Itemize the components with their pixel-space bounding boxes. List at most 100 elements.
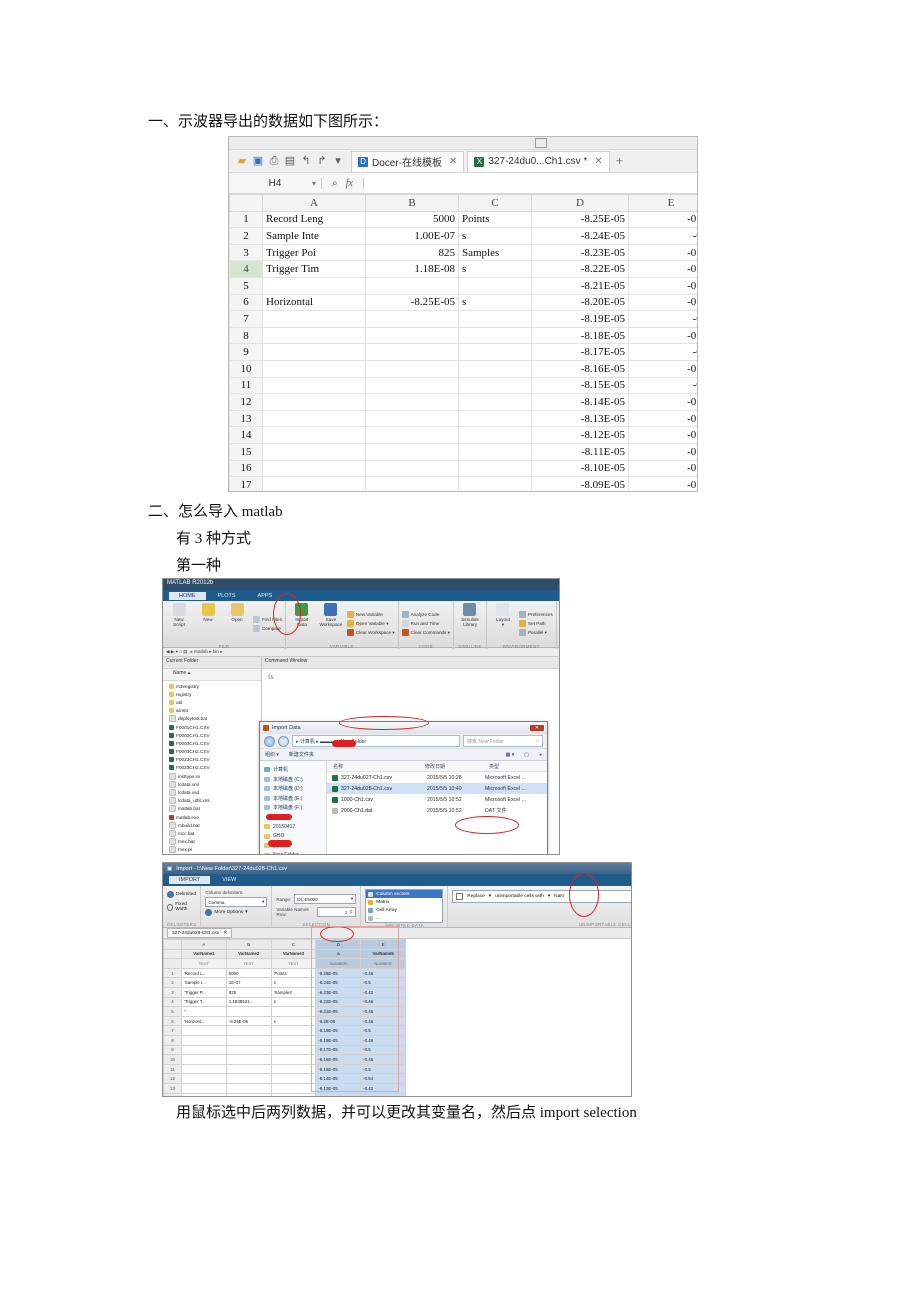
cell-d[interactable]: -8.18E-05 [531, 326, 629, 345]
cell-c[interactable] [458, 359, 532, 378]
row-header[interactable]: 14 [229, 426, 263, 444]
list-item[interactable]: mbuild.bat [163, 821, 261, 829]
cell-a[interactable]: 'Horizont... [181, 1015, 227, 1027]
col-header-b[interactable]: B [365, 194, 459, 212]
cell-c[interactable]: s [458, 293, 532, 312]
cell-e[interactable]: -0.42 [628, 243, 697, 262]
cell-a[interactable] [181, 1025, 227, 1036]
ribbon-small-button[interactable]: Run and Time [401, 620, 450, 627]
cell-c[interactable]: Points [458, 210, 532, 229]
restore-icon[interactable] [535, 138, 547, 148]
range-input[interactable]: D1:E5000 ▾ [294, 894, 357, 904]
sidebar-item[interactable]: New Folder [260, 851, 326, 854]
list-item[interactable]: mexext.bat [163, 854, 261, 855]
cell-c[interactable] [458, 459, 532, 478]
organize-button[interactable]: 组织 ▾ [265, 751, 279, 758]
print-icon[interactable]: ⎙ [268, 155, 280, 167]
cell-d[interactable]: -8.09E-05 [531, 476, 629, 491]
cell-d[interactable]: -8.19E-05 [531, 310, 629, 328]
view-icon[interactable]: ▦ ▾ [506, 752, 515, 758]
cell-a[interactable] [262, 476, 366, 491]
undo-icon[interactable]: ↰ [300, 155, 312, 167]
fx-icon[interactable]: fx [346, 178, 353, 189]
forward-icon[interactable] [278, 735, 289, 747]
vartype-a[interactable]: TEXT [181, 958, 227, 969]
tab-csv-file[interactable]: X 327-24du0...Ch1.csv * ✕ [467, 150, 610, 172]
cell-c[interactable] [458, 426, 532, 444]
cell-d[interactable]: -8.21E-05 [531, 276, 629, 295]
col-header-c[interactable]: C [458, 194, 532, 212]
cell-a[interactable] [262, 426, 366, 444]
current-folder-name-header[interactable]: Name ▴ [163, 669, 261, 681]
ribbon-small-button[interactable]: Parallel ▾ [518, 629, 553, 636]
cell-c[interactable]: s [270, 1015, 317, 1027]
cell-a[interactable] [262, 276, 366, 295]
cell-b[interactable] [225, 1034, 272, 1046]
close-icon[interactable]: ✕ [449, 156, 457, 167]
variable-names-row-input[interactable]: 1 ⇳ [316, 907, 357, 917]
cell-c[interactable] [458, 276, 532, 295]
cell-e[interactable]: -0.42 [360, 1092, 406, 1096]
cell-a[interactable] [181, 1073, 227, 1084]
delimited-radio[interactable]: Delimited [167, 891, 196, 898]
tab-docer-template[interactable]: D Docer-在线模板 ✕ [351, 150, 465, 172]
cell-c[interactable]: s [270, 996, 317, 1008]
ribbon-button[interactable]: Simulink Library [457, 603, 483, 644]
cell-e[interactable]: -0.42 [628, 426, 697, 444]
delimiter-select[interactable]: Comma ▾ [205, 897, 268, 907]
list-item[interactable]: registry [163, 690, 261, 698]
cell-a[interactable]: 'Record L... [181, 967, 227, 979]
cell-d[interactable]: -8.24E-05 [531, 227, 629, 245]
cell-b[interactable] [365, 393, 459, 411]
list-item[interactable]: F0002CH1.CSV [163, 731, 261, 739]
row-header[interactable]: 5 [229, 276, 263, 295]
cell-b[interactable] [225, 1073, 272, 1084]
cell-c[interactable] [458, 442, 532, 461]
cell-b[interactable] [365, 476, 459, 491]
fixed-width-radio[interactable]: Fixed Width [167, 902, 196, 912]
cell-a[interactable] [262, 376, 366, 395]
output-type-more[interactable]: ... [366, 914, 442, 922]
cell-e[interactable]: -0.46 [628, 276, 697, 295]
cell-b[interactable] [365, 359, 459, 378]
list-item[interactable]: F0023CH1.CSV [163, 756, 261, 764]
cell-c[interactable] [270, 1092, 317, 1096]
cell-a[interactable]: Horizontal [262, 293, 366, 312]
cell-c[interactable] [270, 1044, 317, 1056]
cell-a[interactable] [262, 343, 366, 361]
cell-e[interactable]: -0.5 [628, 343, 697, 361]
cell-b[interactable] [225, 1044, 272, 1056]
cell-a[interactable] [262, 359, 366, 378]
name-box[interactable]: H4 ▾ [229, 177, 322, 189]
row-header[interactable]: 2 [163, 977, 182, 988]
cell-b[interactable] [365, 442, 459, 461]
cell-b[interactable] [365, 459, 459, 478]
cell-a[interactable] [181, 1044, 227, 1056]
row-header[interactable]: 13 [229, 409, 263, 428]
row-header[interactable]: 9 [163, 1044, 182, 1056]
cell-c[interactable] [458, 326, 532, 345]
row-header[interactable]: 11 [229, 376, 263, 395]
cell-c[interactable] [270, 1063, 317, 1075]
more-options-button[interactable]: More Options ▾ [205, 909, 248, 916]
cell-c[interactable] [458, 376, 532, 395]
cell-b[interactable] [365, 376, 459, 395]
cell-a[interactable] [181, 1082, 227, 1094]
cell-c[interactable]: Samples [458, 243, 532, 262]
ribbon-small-button[interactable]: Open Variable ▾ [346, 620, 395, 627]
vartype-c[interactable]: TEXT [270, 958, 317, 969]
file-row[interactable]: 327-24du028-Ch1.csv 2015/5/5 10:40 Microso… [327, 783, 547, 794]
cell-c[interactable] [270, 1025, 317, 1036]
cell-b[interactable] [365, 276, 459, 295]
list-item[interactable]: util [163, 698, 261, 706]
cell-b[interactable]: 5000 [365, 210, 459, 229]
row-header[interactable]: 11 [163, 1063, 182, 1075]
ribbon-small-button[interactable]: Clear Commands ▾ [401, 629, 450, 636]
redo-icon[interactable]: ↱ [316, 155, 328, 167]
tab-import[interactable]: IMPORT [169, 876, 211, 884]
cell-d[interactable]: -8.11E-05 [531, 442, 629, 461]
cell-c[interactable]: s [270, 977, 317, 988]
col-date[interactable]: 修改日期 [419, 763, 483, 770]
output-type-column-vectors[interactable]: Column vectors [366, 890, 443, 898]
list-item[interactable]: F0023CH2.CSV [163, 764, 261, 772]
